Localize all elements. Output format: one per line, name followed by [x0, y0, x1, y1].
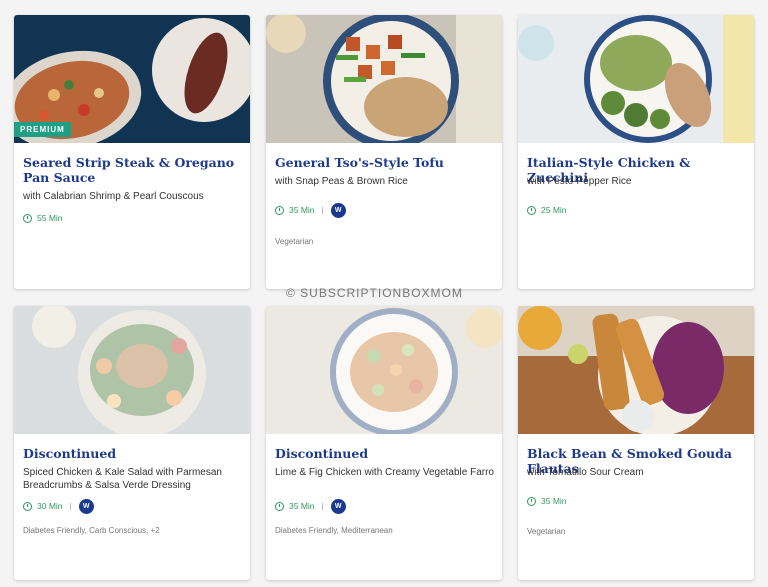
clock-icon [275, 205, 284, 215]
recipe-card[interactable]: General Tso's-Style Tofu with Snap Peas … [266, 15, 502, 289]
clock-icon [527, 496, 536, 506]
recipe-title[interactable]: Discontinued [275, 446, 493, 461]
recipe-card[interactable]: Discontinued Spiced Chicken & Kale Salad… [14, 306, 250, 580]
recipe-tags: Vegetarian [275, 237, 314, 246]
cook-time: 25 Min [541, 205, 567, 215]
cook-time: 55 Min [37, 213, 63, 223]
recipe-card[interactable]: PREMIUM Seared Strip Steak & Oregano Pan… [14, 15, 250, 289]
cook-time: 35 Min [541, 496, 567, 506]
watermark: © SUBSCRIPTIONBOXMOM [286, 286, 463, 300]
recipe-tags: Diabetes Friendly, Carb Conscious, +2 [23, 526, 160, 535]
recipe-meta: 30 Min | W [23, 498, 94, 514]
recipe-image[interactable] [518, 306, 754, 434]
recipe-title[interactable]: Seared Strip Steak & Oregano Pan Sauce [23, 155, 241, 185]
recipe-subtitle: with Tomatillo Sour Cream [527, 467, 644, 478]
recipe-tags: Diabetes Friendly, Mediterranean [275, 526, 393, 535]
recipe-tags: Vegetarian [527, 527, 566, 536]
recipe-card[interactable]: Italian-Style Chicken & Zucchini with Pe… [518, 15, 754, 289]
ww-badge-icon: W [78, 498, 94, 514]
premium-badge: PREMIUM [14, 122, 71, 137]
recipe-subtitle: with Snap Peas & Brown Rice [275, 176, 408, 187]
ww-badge-icon: W [330, 202, 346, 218]
recipe-meta: 35 Min [527, 493, 567, 509]
recipe-subtitle: Spiced Chicken & Kale Salad with Parmesa… [23, 467, 222, 491]
clock-icon [527, 205, 536, 215]
recipe-meta: 25 Min [527, 202, 567, 218]
clock-icon [23, 501, 32, 511]
ww-badge-icon: W [330, 498, 346, 514]
cook-time: 30 Min [37, 501, 63, 511]
recipe-meta: 35 Min | W [275, 498, 346, 514]
recipe-meta: 35 Min | W [275, 202, 346, 218]
cook-time: 35 Min [289, 501, 315, 511]
clock-icon [275, 501, 284, 511]
recipe-image[interactable] [518, 15, 754, 143]
recipe-title[interactable]: General Tso's-Style Tofu [275, 155, 493, 170]
recipe-subtitle: with Calabrian Shrimp & Pearl Couscous [23, 191, 204, 202]
recipe-meta: 55 Min [23, 210, 63, 226]
recipe-card[interactable]: Black Bean & Smoked Gouda Flautas with T… [518, 306, 754, 580]
recipe-subtitle: Lime & Fig Chicken with Creamy Vegetable… [275, 467, 494, 478]
recipe-image[interactable]: PREMIUM [14, 15, 250, 143]
cook-time: 35 Min [289, 205, 315, 215]
clock-icon [23, 213, 32, 223]
recipe-image[interactable] [266, 306, 502, 434]
recipe-title[interactable]: Discontinued [23, 446, 241, 461]
recipe-image[interactable] [266, 15, 502, 143]
recipe-card[interactable]: Discontinued Lime & Fig Chicken with Cre… [266, 306, 502, 580]
recipe-subtitle: with Pesto-Pepper Rice [527, 176, 632, 187]
recipe-image[interactable] [14, 306, 250, 434]
